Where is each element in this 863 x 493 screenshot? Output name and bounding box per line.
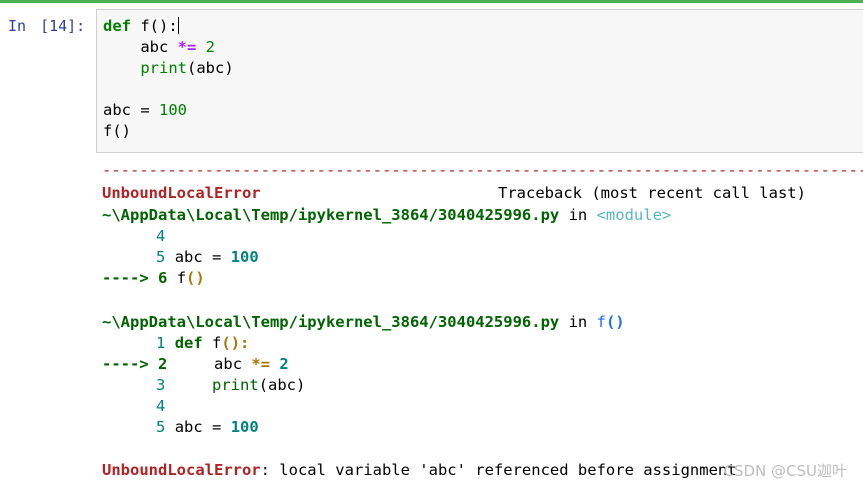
builtin-print: print [212, 376, 259, 394]
final-error-line: UnboundLocalError: local variable 'abc' … [102, 460, 737, 481]
line-number: 3 [156, 376, 166, 394]
number-literal: 100 [230, 418, 259, 436]
frame1-line-6: ----> 6 f() [102, 268, 205, 289]
watermark: CSDN @CSU迦叶 [723, 462, 847, 480]
prompt-number: [14]: [40, 17, 86, 35]
input-prompt: In [14]: [8, 17, 85, 35]
frame2-line-4: 4 [156, 396, 165, 417]
frame2-line-1: 1 def f(): [156, 333, 249, 354]
code-text: = [131, 101, 159, 119]
frame2-line-5: 5 abc = 100 [156, 417, 259, 438]
frame2-header: ~\AppData\Local\Temp/ipykernel_3864/3040… [102, 312, 625, 333]
builtin-print: print [140, 59, 187, 77]
code-text: f [176, 269, 187, 287]
keyword-def: def [174, 334, 203, 352]
frame2-line-3: 3 print(abc) [156, 375, 305, 396]
number-literal: 2 [279, 355, 289, 373]
code-paren: () [186, 269, 205, 287]
operator: *= [251, 355, 271, 373]
code-text: f [202, 334, 222, 352]
function-paren: () [605, 313, 625, 331]
traceback-label: Traceback (most recent call last) [498, 184, 806, 202]
line-number: 4 [156, 397, 166, 415]
frame1-line-4: 4 [156, 226, 165, 247]
code-text: abc [103, 101, 131, 119]
code-line-2: abc *= 2 [103, 37, 215, 58]
in-word: in [559, 206, 597, 224]
text-cursor [177, 17, 179, 34]
code-line-3: print(abc) [103, 58, 234, 79]
code-paren: (): [221, 334, 250, 352]
line-number: 6 [158, 269, 168, 287]
frame2-line-2: ----> 2 abc *= 2 [102, 354, 289, 375]
code-text: (abc) [258, 376, 306, 394]
code-text: abc [103, 38, 178, 56]
error-name: UnboundLocalError [102, 184, 261, 202]
line-number: 1 [156, 334, 166, 352]
file-path: ~\AppData\Local\Temp/ipykernel_3864/3040… [102, 206, 560, 224]
line-number: 4 [156, 227, 166, 245]
code-text: f() [103, 122, 131, 140]
code-text: abc [174, 418, 203, 436]
code-line-1: def f(): [103, 16, 179, 37]
line-number: 2 [158, 355, 168, 373]
file-path: ~\AppData\Local\Temp/ipykernel_3864/3040… [102, 313, 560, 331]
code-text: abc [214, 355, 243, 373]
code-line-6: f() [103, 121, 131, 142]
prompt-label: In [8, 17, 27, 35]
in-word: in [559, 313, 597, 331]
line-number: 5 [156, 418, 166, 436]
code-text: f(): [131, 17, 178, 35]
module-name: <module> [596, 206, 672, 224]
frame1-header: ~\AppData\Local\Temp/ipykernel_3864/3040… [102, 205, 671, 226]
code-input-area[interactable]: def f(): abc *= 2 print(abc) abc = 100 f… [96, 9, 863, 153]
number-literal: 2 [196, 38, 215, 56]
error-message: : local variable 'abc' referenced before… [260, 461, 737, 479]
error-arrow: ----> [102, 355, 149, 373]
operator: *= [177, 38, 197, 56]
code-line-5: abc = 100 [103, 100, 187, 121]
code-text: (abc) [187, 59, 234, 77]
error-name: UnboundLocalError [102, 461, 261, 479]
function-name: f [596, 313, 606, 331]
error-arrow: ----> [102, 269, 149, 287]
code-text: = [202, 248, 231, 266]
code-text: = [202, 418, 231, 436]
traceback-header: UnboundLocalError [102, 183, 261, 204]
number-literal: 100 [159, 101, 187, 119]
code-text: abc [174, 248, 203, 266]
keyword-def: def [103, 17, 131, 35]
number-literal: 100 [230, 248, 259, 266]
line-number: 5 [156, 248, 166, 266]
frame1-line-5: 5 abc = 100 [156, 247, 259, 268]
traceback-separator: ----------------------------------------… [102, 161, 863, 179]
cell-selected-border [0, 0, 863, 3]
